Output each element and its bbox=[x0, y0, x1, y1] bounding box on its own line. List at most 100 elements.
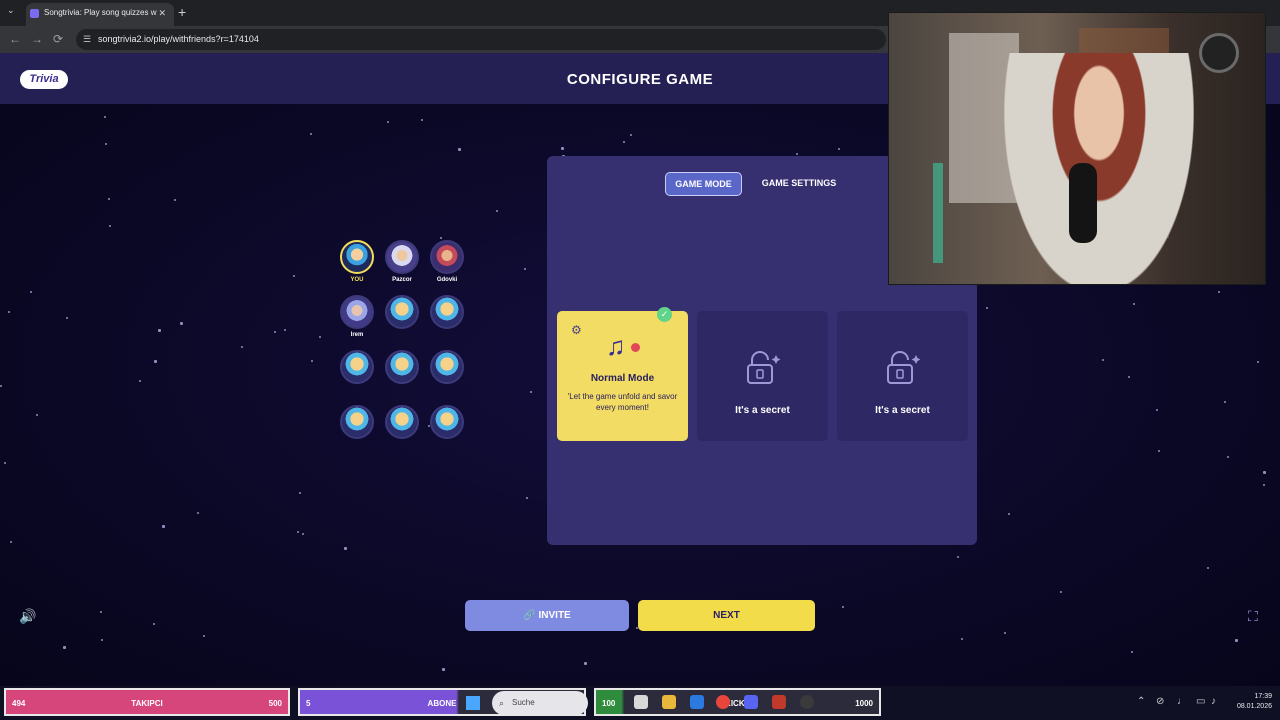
player-slot-empty bbox=[337, 405, 377, 439]
address-bar[interactable]: ☰ songtrivia2.io/play/withfriends?r=1741… bbox=[76, 29, 886, 50]
background-star bbox=[101, 639, 103, 641]
mode-card-locked[interactable]: It's a secret bbox=[837, 311, 968, 441]
invite-label: INVITE bbox=[538, 610, 571, 621]
next-button[interactable]: NEXT bbox=[638, 600, 815, 631]
webcam-light bbox=[933, 163, 943, 263]
microphone-icon bbox=[1069, 163, 1097, 243]
gear-icon[interactable]: ⚙ bbox=[571, 323, 582, 337]
mode-description: 'Let the game unfold and savor every mom… bbox=[567, 392, 678, 412]
taskbar-search-input[interactable]: ⌕ Suche bbox=[492, 691, 588, 715]
background-star bbox=[66, 317, 68, 319]
background-star bbox=[387, 121, 389, 123]
taskbar: 494 TAKIPCI 500 5 ABONE 10 100 KICKS 100… bbox=[0, 686, 1280, 720]
close-tab-icon[interactable]: ✕ bbox=[158, 3, 166, 23]
webcam-dartboard bbox=[1199, 33, 1239, 73]
mode-title: It's a secret bbox=[875, 405, 930, 416]
player-slot-empty bbox=[427, 295, 467, 329]
microphone-tray-icon[interactable]: ♩ bbox=[1177, 696, 1187, 707]
background-star bbox=[1257, 361, 1259, 363]
background-star bbox=[293, 275, 295, 277]
follower-goal-bar: 494 TAKIPCI 500 bbox=[4, 688, 290, 716]
player-slot: YOU bbox=[337, 240, 377, 285]
system-clock[interactable]: 17:39 08.01.2026 bbox=[1226, 692, 1272, 712]
player-slot-empty bbox=[382, 350, 422, 384]
goal-target: 500 bbox=[268, 699, 282, 708]
obs-icon[interactable] bbox=[800, 695, 814, 709]
background-star bbox=[496, 210, 498, 212]
player-avatar-placeholder bbox=[385, 405, 419, 439]
music-badge-icon bbox=[631, 343, 640, 352]
network-off-icon[interactable]: ⊘ bbox=[1156, 696, 1164, 707]
lock-icon bbox=[887, 351, 921, 384]
windows-start-icon[interactable] bbox=[466, 696, 480, 710]
player-slot: Pazcor bbox=[382, 240, 422, 285]
tab-search-icon[interactable]: ⌄ bbox=[7, 5, 15, 16]
goal-target: 1000 bbox=[855, 699, 873, 708]
background-star bbox=[109, 225, 111, 227]
store-icon[interactable] bbox=[690, 695, 704, 709]
player-slot-empty bbox=[427, 405, 467, 439]
background-star bbox=[241, 346, 243, 348]
player-slot: Irem bbox=[337, 295, 377, 340]
mode-title: It's a secret bbox=[735, 405, 790, 416]
voicemod-icon[interactable] bbox=[772, 695, 786, 709]
background-star bbox=[299, 492, 301, 494]
clock-time: 17:39 bbox=[1254, 693, 1272, 700]
music-note-icon: ♫ bbox=[606, 331, 626, 361]
volume-icon[interactable]: ♪ bbox=[1211, 696, 1216, 707]
player-slot-empty bbox=[382, 405, 422, 439]
discord-icon[interactable] bbox=[744, 695, 758, 709]
background-star bbox=[310, 133, 312, 135]
new-tab-button[interactable]: + bbox=[178, 4, 186, 20]
background-star bbox=[1263, 471, 1266, 474]
search-placeholder: Suche bbox=[512, 698, 535, 707]
background-star bbox=[1158, 450, 1160, 452]
browser-tab[interactable]: Songtrivia: Play song quizzes w ✕ bbox=[26, 3, 174, 26]
background-star bbox=[440, 237, 442, 239]
player-avatar bbox=[340, 295, 374, 329]
player-avatar-placeholder bbox=[430, 295, 464, 329]
mode-card-locked[interactable]: It's a secret bbox=[697, 311, 828, 441]
background-star bbox=[421, 119, 423, 121]
mode-card-normal[interactable]: ⚙ ✓ ♫ Normal Mode 'Let the game unfold a… bbox=[557, 307, 688, 441]
url-text: songtrivia2.io/play/withfriends?r=174104 bbox=[98, 34, 259, 44]
link-icon: 🔗 bbox=[523, 610, 539, 621]
chevron-up-icon[interactable]: ⌃ bbox=[1137, 696, 1145, 707]
background-star bbox=[838, 148, 840, 150]
speaker-icon[interactable]: 🔊 bbox=[19, 608, 36, 625]
player-name: Irem bbox=[350, 332, 364, 338]
background-star bbox=[104, 116, 106, 118]
tab-game-settings[interactable]: GAME SETTINGS bbox=[751, 172, 847, 196]
background-star bbox=[630, 134, 632, 136]
player-avatar bbox=[385, 240, 419, 274]
background-star bbox=[203, 635, 205, 637]
site-info-icon[interactable]: ☰ bbox=[83, 29, 91, 50]
back-button[interactable]: ← bbox=[9, 32, 21, 46]
background-star bbox=[4, 462, 6, 464]
background-star bbox=[842, 606, 844, 608]
tab-game-mode[interactable]: GAME MODE bbox=[665, 172, 742, 196]
reload-button[interactable]: ⟳ bbox=[53, 32, 63, 46]
background-star bbox=[524, 268, 526, 270]
background-star bbox=[1133, 303, 1135, 305]
background-star bbox=[1128, 376, 1130, 378]
webcam-overlay bbox=[888, 12, 1266, 285]
lock-icon bbox=[747, 351, 781, 384]
forward-button[interactable]: → bbox=[31, 32, 43, 46]
background-star bbox=[10, 541, 12, 543]
goal-label: TAKIPCI bbox=[131, 699, 163, 708]
background-star bbox=[1102, 359, 1104, 361]
file-explorer-icon[interactable] bbox=[662, 695, 676, 709]
background-star bbox=[584, 662, 587, 665]
background-star bbox=[344, 547, 347, 550]
background-star bbox=[8, 311, 10, 313]
background-star bbox=[1008, 513, 1010, 515]
display-icon[interactable]: ▭ bbox=[1196, 696, 1205, 707]
task-view-icon[interactable] bbox=[634, 695, 648, 709]
fullscreen-icon[interactable]: ⛶ bbox=[1248, 608, 1258, 625]
background-star bbox=[154, 360, 157, 363]
webcam-streamer bbox=[1004, 53, 1194, 284]
chrome-icon[interactable] bbox=[716, 695, 730, 709]
clock-date: 08.01.2026 bbox=[1236, 703, 1272, 710]
invite-button[interactable]: 🔗 INVITE bbox=[465, 600, 629, 631]
